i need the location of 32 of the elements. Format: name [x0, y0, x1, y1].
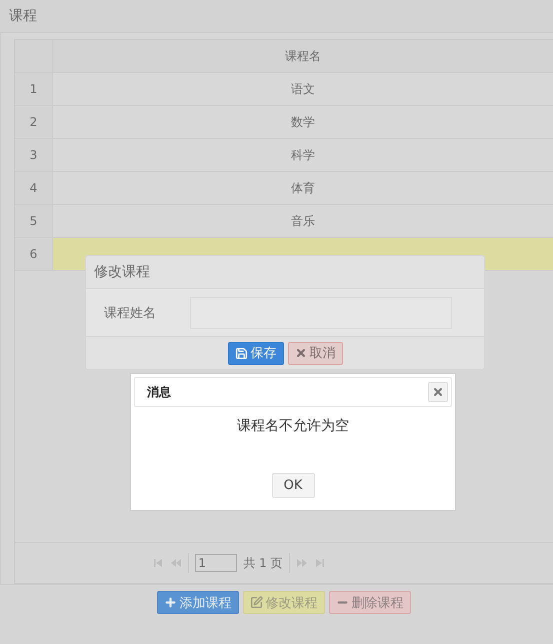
- row-number: 6: [30, 247, 38, 261]
- message-text: 课程名不允许为空: [237, 417, 349, 435]
- next-page-icon[interactable]: [296, 557, 308, 569]
- table-cell: 语文: [291, 81, 315, 98]
- delete-course-button[interactable]: 删除课程: [328, 591, 410, 614]
- table-cell: 科学: [291, 147, 315, 164]
- cancel-button[interactable]: 取消: [288, 342, 342, 364]
- ok-button[interactable]: OK: [272, 473, 314, 498]
- table-cell: 音乐: [291, 213, 315, 230]
- row-number: 1: [30, 82, 38, 96]
- row-number: 5: [30, 214, 38, 228]
- first-page-icon[interactable]: [152, 557, 164, 569]
- save-button[interactable]: 保存: [228, 342, 284, 364]
- plus-icon: [164, 596, 176, 609]
- row-number: 4: [30, 181, 38, 195]
- edit-icon: [250, 596, 262, 609]
- previous-page-icon[interactable]: [170, 557, 182, 569]
- table-cell: 数学: [291, 114, 315, 131]
- close-icon: [432, 386, 444, 398]
- edit-course-button[interactable]: 修改课程: [242, 591, 324, 614]
- add-course-button[interactable]: 添加课程: [156, 591, 238, 614]
- close-button[interactable]: [428, 382, 448, 402]
- field-label: 课程姓名: [103, 304, 157, 322]
- table-cell: 体育: [291, 180, 315, 197]
- page-count: 共 1 页: [243, 554, 283, 572]
- page-number-field[interactable]: 1: [195, 554, 238, 572]
- column-header: 课程名: [285, 48, 321, 65]
- last-page-icon[interactable]: [314, 557, 326, 569]
- row-number: 3: [30, 148, 38, 162]
- close-icon: [294, 347, 306, 359]
- row-number: 2: [30, 115, 38, 129]
- dialog-title: 消息: [147, 384, 171, 400]
